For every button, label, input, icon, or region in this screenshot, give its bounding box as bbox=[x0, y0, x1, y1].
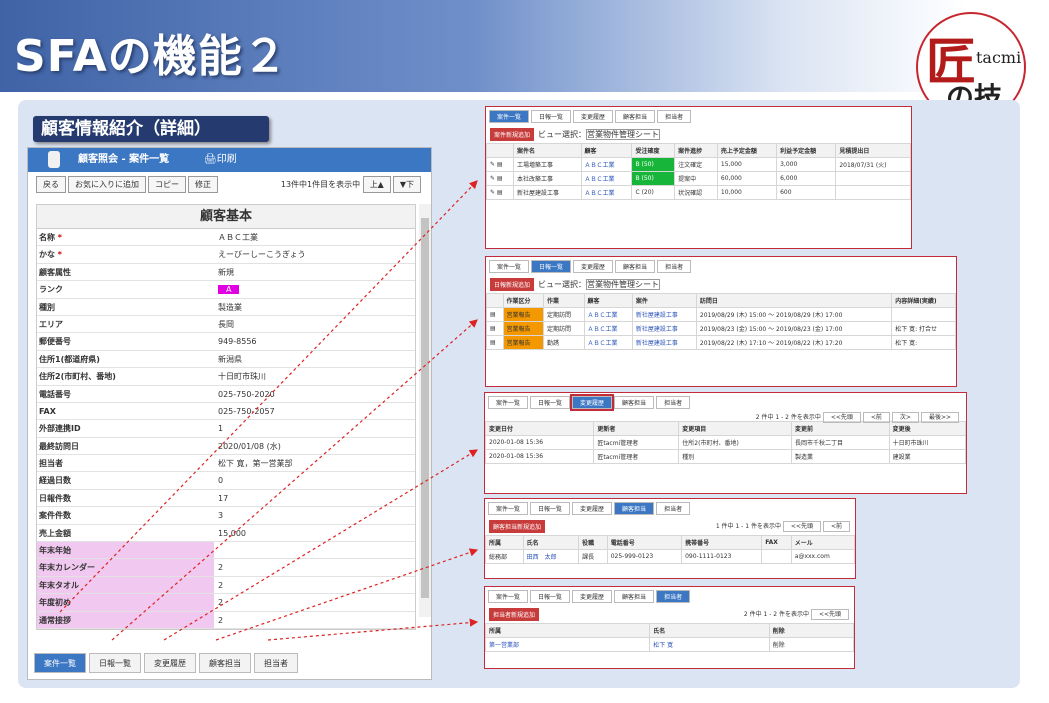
arrow-projects bbox=[59, 180, 478, 613]
arrow-owners bbox=[267, 618, 479, 641]
connector-arrows bbox=[59, 180, 479, 641]
arrow-contacts bbox=[215, 548, 479, 641]
arrow-daily bbox=[111, 319, 478, 641]
arrow-history bbox=[163, 449, 479, 641]
